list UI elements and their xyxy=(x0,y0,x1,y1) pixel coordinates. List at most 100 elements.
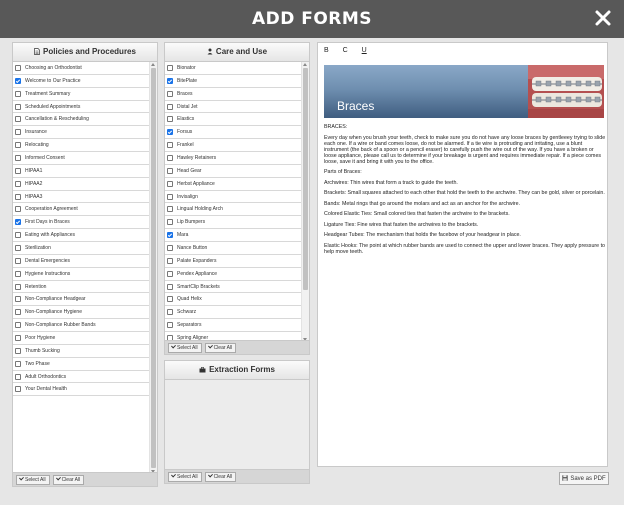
checkbox[interactable] xyxy=(167,167,173,174)
checkbox[interactable] xyxy=(167,129,173,136)
list-item[interactable]: Head Gear xyxy=(165,165,301,178)
checkbox[interactable] xyxy=(15,154,21,161)
checkbox[interactable] xyxy=(167,90,173,97)
checkbox[interactable] xyxy=(15,193,21,200)
list-item[interactable]: Pendex Appliance xyxy=(165,268,301,281)
checkbox[interactable] xyxy=(15,309,21,316)
list-item[interactable]: Distal Jet xyxy=(165,101,301,114)
checkbox[interactable] xyxy=(167,219,173,226)
checkbox[interactable] xyxy=(15,270,21,277)
italic-button[interactable]: C xyxy=(343,47,348,54)
checkbox[interactable] xyxy=(15,167,21,174)
care-clear-all-button[interactable]: Clear All xyxy=(204,343,237,353)
list-item[interactable]: Retention xyxy=(13,281,149,294)
list-item[interactable]: Mara xyxy=(165,229,301,243)
list-item[interactable]: Schwarz xyxy=(165,306,301,320)
checkbox[interactable] xyxy=(15,64,21,71)
list-item[interactable]: Non-Compliance Hygiene xyxy=(13,306,149,320)
list-item[interactable]: Welcome to Our Practice xyxy=(13,75,149,88)
policies-select-all-button[interactable]: Select All xyxy=(16,475,50,485)
list-item[interactable]: Relocating xyxy=(13,139,149,153)
checkbox[interactable] xyxy=(15,103,21,110)
checkbox[interactable] xyxy=(15,219,21,226)
checkbox[interactable] xyxy=(15,206,21,213)
checkbox[interactable] xyxy=(167,270,173,277)
list-item[interactable]: Scheduled Appointments xyxy=(13,101,149,114)
care-scrollbar[interactable] xyxy=(301,62,309,342)
scroll-up-arrow-icon[interactable] xyxy=(151,63,155,66)
list-item[interactable]: Frankel xyxy=(165,139,301,153)
checkbox[interactable] xyxy=(167,322,173,329)
checkbox[interactable] xyxy=(15,360,21,367)
policies-scrollbar[interactable] xyxy=(149,62,157,474)
list-item[interactable]: Nance Button xyxy=(165,242,301,255)
checkbox[interactable] xyxy=(15,257,21,264)
list-item[interactable]: Sterilization xyxy=(13,242,149,255)
checkbox[interactable] xyxy=(15,116,21,123)
list-item[interactable]: First Days in Braces xyxy=(13,216,149,230)
bold-button[interactable]: B xyxy=(324,47,329,54)
checkbox[interactable] xyxy=(15,142,21,149)
care-select-all-button[interactable]: Select All xyxy=(168,343,202,353)
list-item[interactable]: Elastics xyxy=(165,113,301,127)
checkbox[interactable] xyxy=(15,77,21,84)
list-item[interactable]: Insurance xyxy=(13,126,149,140)
checkbox[interactable] xyxy=(15,334,21,341)
checkbox[interactable] xyxy=(167,103,173,110)
checkbox[interactable] xyxy=(167,244,173,251)
checkbox[interactable] xyxy=(167,193,173,200)
checkbox[interactable] xyxy=(15,373,21,380)
list-item[interactable]: Bionator xyxy=(165,62,301,75)
list-item[interactable]: Your Dental Health xyxy=(13,383,149,397)
save-as-pdf-button[interactable]: Save as PDF xyxy=(559,472,609,485)
list-item[interactable]: Separators xyxy=(165,319,301,333)
checkbox[interactable] xyxy=(15,244,21,251)
list-item[interactable]: Cancellation & Rescheduling xyxy=(13,113,149,127)
checkbox[interactable] xyxy=(15,90,21,97)
checkbox[interactable] xyxy=(167,206,173,213)
list-item[interactable]: Informed Consent xyxy=(13,152,149,165)
list-item[interactable]: Non-Compliance Headgear xyxy=(13,293,149,307)
list-item[interactable]: Lip Bumpers xyxy=(165,216,301,230)
list-item[interactable]: HIPAA1 xyxy=(13,165,149,178)
policies-scroll-thumb[interactable] xyxy=(151,68,156,468)
scroll-up-arrow-icon[interactable] xyxy=(303,63,307,66)
checkbox[interactable] xyxy=(15,283,21,290)
list-item[interactable]: Palate Expanders xyxy=(165,255,301,268)
checkbox[interactable] xyxy=(167,296,173,303)
checkbox[interactable] xyxy=(167,64,173,71)
list-item[interactable]: Hawley Retainers xyxy=(165,152,301,165)
care-scroll-thumb[interactable] xyxy=(303,68,308,290)
list-item[interactable]: Choosing an Orthodontist xyxy=(13,62,149,75)
checkbox[interactable] xyxy=(167,154,173,161)
list-item[interactable]: Thumb Sucking xyxy=(13,345,149,358)
checkbox[interactable] xyxy=(167,116,173,123)
checkbox[interactable] xyxy=(15,180,21,187)
list-item[interactable]: Dental Emergencies xyxy=(13,255,149,268)
checkbox[interactable] xyxy=(15,129,21,136)
list-item[interactable]: HIPAA2 xyxy=(13,178,149,191)
list-item[interactable]: BitePlate xyxy=(165,75,301,88)
list-item[interactable]: HIPAA3 xyxy=(13,191,149,204)
checkbox[interactable] xyxy=(15,386,21,393)
underline-button[interactable]: U xyxy=(362,47,367,54)
list-item[interactable]: Braces xyxy=(165,88,301,101)
extraction-clear-all-button[interactable]: Clear All xyxy=(204,472,237,482)
list-item[interactable]: Cooperation Agreement xyxy=(13,203,149,217)
list-item[interactable]: Eating with Appliances xyxy=(13,229,149,243)
list-item[interactable]: Forsus xyxy=(165,126,301,140)
list-item[interactable]: Non-Compliance Rubber Bands xyxy=(13,319,149,333)
checkbox[interactable] xyxy=(15,322,21,329)
checkbox[interactable] xyxy=(15,296,21,303)
checkbox[interactable] xyxy=(15,232,21,239)
list-item[interactable]: Hygiene Instructions xyxy=(13,268,149,281)
checkbox[interactable] xyxy=(167,283,173,290)
checkbox[interactable] xyxy=(15,347,21,354)
checkbox[interactable] xyxy=(167,77,173,84)
list-item[interactable]: Invisalign xyxy=(165,191,301,204)
list-item[interactable]: Adult Orthodontics xyxy=(13,371,149,384)
list-item[interactable]: Quad Helix xyxy=(165,293,301,307)
extraction-select-all-button[interactable]: Select All xyxy=(168,472,202,482)
checkbox[interactable] xyxy=(167,232,173,239)
checkbox[interactable] xyxy=(167,180,173,187)
